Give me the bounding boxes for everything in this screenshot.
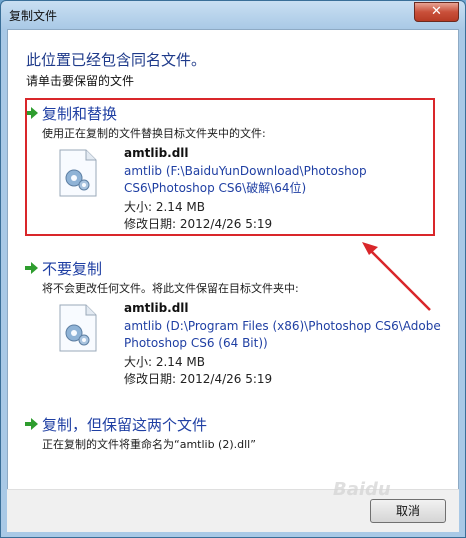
annotation-arrow-icon: [362, 242, 431, 311]
option-copy-keep-both[interactable]: 复制，但保留这两个文件 正在复制的文件将重命名为“amtlib (2).dll”: [18, 414, 448, 458]
option-title: 不要复制: [42, 260, 103, 278]
option-description: 将不会更改任何文件。将此文件保留在目标文件夹中:: [42, 282, 299, 295]
option-description: 正在复制的文件将重命名为“amtlib (2).dll”: [42, 438, 256, 451]
file-path-line2: Photoshop CS6 (64 Bit)): [124, 336, 268, 350]
file-date: 修改日期: 2012/4/26 5:19: [124, 372, 273, 386]
dll-file-icon: [59, 304, 97, 352]
title-bar[interactable]: 复制文件 ✕: [1, 1, 465, 29]
file-size: 大小: 2.14 MB: [124, 355, 205, 369]
file-name: amtlib.dll: [124, 301, 189, 315]
dialog-subheading: 请单击要保留的文件: [26, 74, 135, 88]
watermark: Baidu: [333, 479, 391, 500]
annotation-highlight-box: [25, 98, 435, 236]
file-path-line1: amtlib (D:\Program Files (x86)\Photoshop…: [124, 319, 441, 333]
close-button[interactable]: ✕: [414, 2, 459, 22]
green-arrow-icon: [25, 418, 38, 430]
file-path: amtlib (D:\Program Files (x86)\Photoshop…: [124, 318, 454, 352]
option-title: 复制，但保留这两个文件: [42, 416, 208, 434]
dialog-footer: 取消: [7, 489, 459, 532]
dialog-heading: 此位置已经包含同名文件。: [26, 51, 207, 69]
green-arrow-icon: [25, 262, 38, 274]
window-title: 复制文件: [9, 9, 58, 23]
close-icon: ✕: [431, 4, 442, 19]
cancel-button[interactable]: 取消: [370, 499, 446, 523]
dialog-window: 复制文件 ✕ 此位置已经包含同名文件。 请单击要保留的文件 复制和替换 使用正在…: [0, 0, 466, 538]
